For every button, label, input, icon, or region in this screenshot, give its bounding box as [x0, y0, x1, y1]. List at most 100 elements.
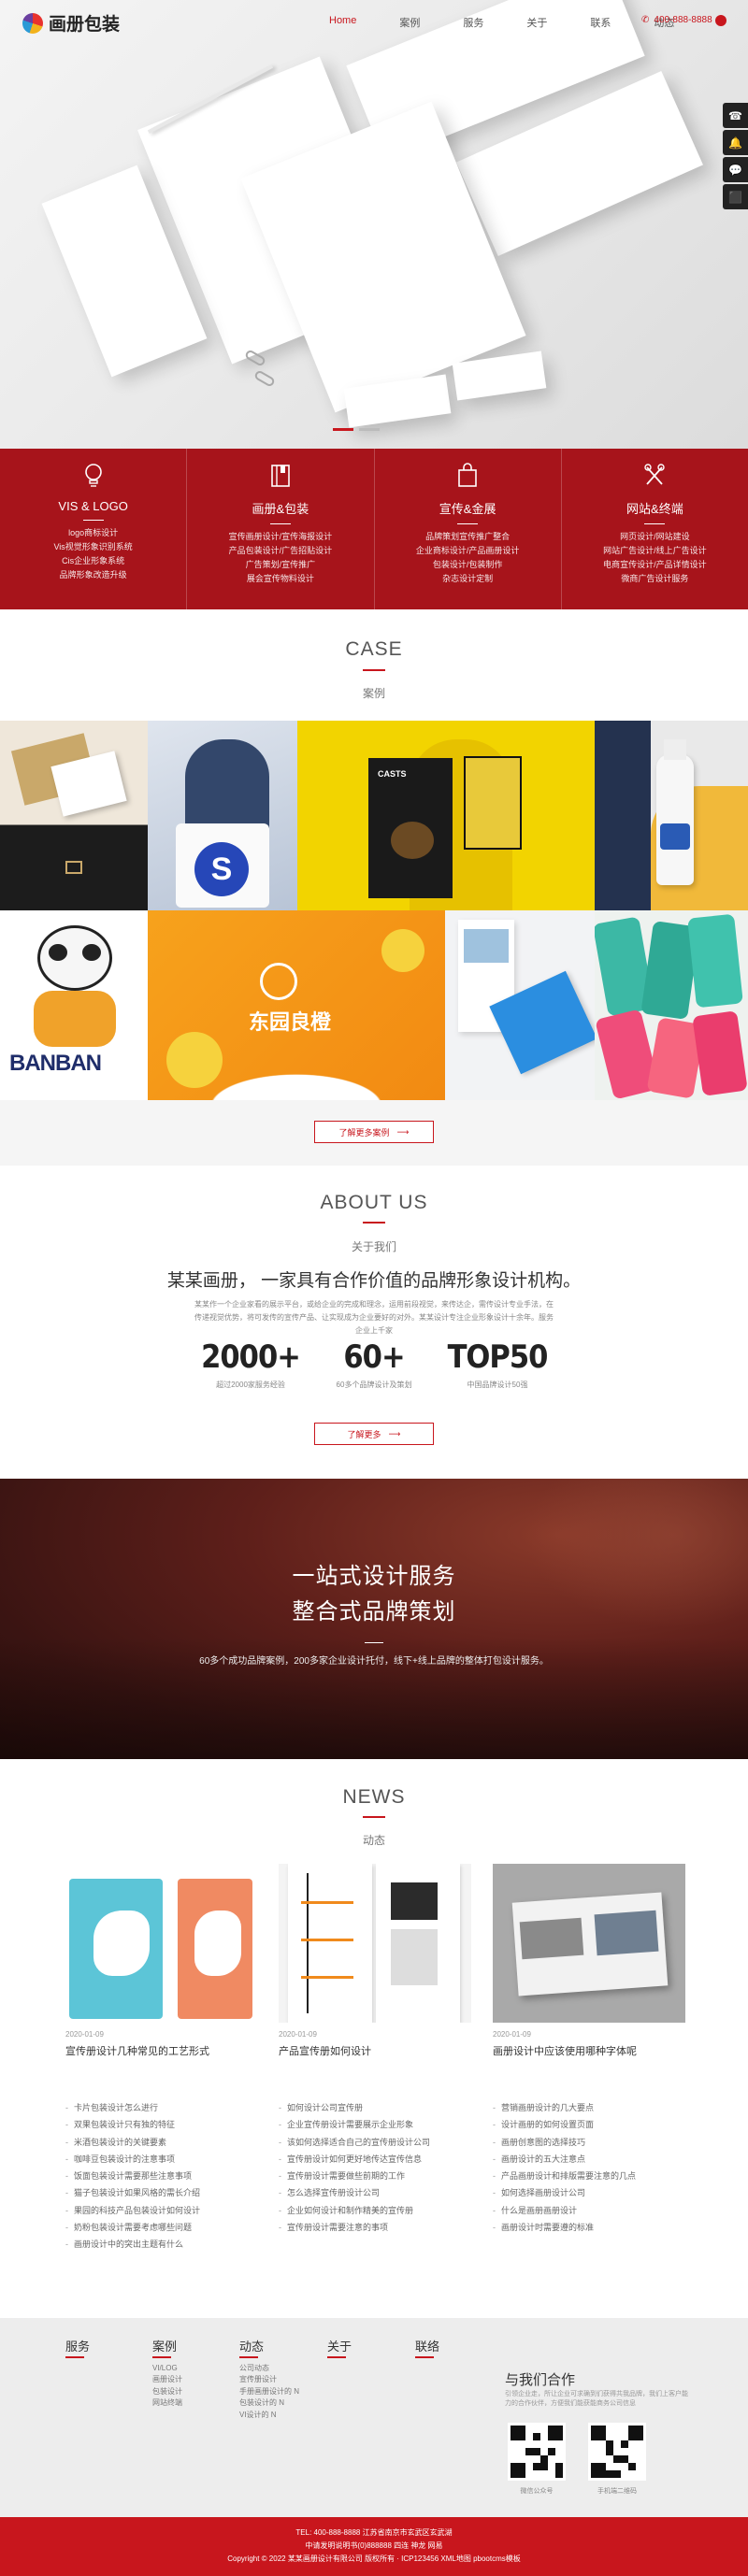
nav-contact[interactable]: 联系	[590, 15, 611, 30]
news-card[interactable]: 2020-01-09 画册设计中应该使用哪种字体呢	[493, 1864, 685, 2058]
service-item[interactable]: 包装设计/包装制作	[375, 558, 561, 572]
news-list-item[interactable]: 如何设计公司宣传册	[279, 2099, 480, 2116]
notification-icon[interactable]: 🔔	[723, 130, 748, 155]
footer-heading[interactable]: 动态	[239, 2340, 299, 2354]
footer-link[interactable]: 网站终端	[152, 2397, 182, 2410]
about-description: 某某作一个企业家看的展示平台，或给企业的完成和理念，运用前段视觉，来传达企，需传…	[194, 1300, 554, 1335]
case-tile[interactable]: 东园良橙	[148, 910, 445, 1100]
service-web-terminal[interactable]: 网站&终端 网页设计/网站建设 网站广告设计/线上广告设计 电商宣传设计/产品详…	[560, 449, 748, 609]
nav-home[interactable]: Home	[329, 15, 356, 30]
news-list-item[interactable]: 卡片包装设计怎么进行	[65, 2099, 266, 2116]
news-list-item[interactable]: 画册创意图的选择技巧	[493, 2134, 694, 2151]
chat-icon[interactable]: 💬	[723, 157, 748, 182]
footer-heading[interactable]: 关于	[327, 2340, 352, 2354]
case-tile[interactable]	[0, 721, 148, 910]
slider-dots[interactable]	[333, 428, 380, 431]
news-list-item[interactable]: 什么是画册画册设计	[493, 2202, 694, 2219]
case-tile[interactable]	[595, 910, 748, 1100]
news-list-item[interactable]: 画册设计中的突出主题有什么	[65, 2236, 266, 2253]
bottom-links[interactable]: 中请发明说明书(0)888888 四连 神龙 网易	[0, 2540, 748, 2553]
news-list-item[interactable]: 营销画册设计的几大要点	[493, 2099, 694, 2116]
footer-heading[interactable]: 案例	[152, 2340, 182, 2354]
news-list-item[interactable]: 奶粉包装设计需要考虑哪些问题	[65, 2219, 266, 2236]
news-list-item[interactable]: 咖啡豆包装设计的注意事项	[65, 2151, 266, 2168]
news-image[interactable]	[279, 1864, 471, 2023]
service-item[interactable]: 电商宣传设计/产品详情设计	[562, 558, 748, 572]
news-title[interactable]: 画册设计中应该使用哪种字体呢	[493, 2043, 685, 2058]
service-item[interactable]: 宣传画册设计/宣传海报设计	[187, 530, 373, 544]
news-title[interactable]: 宣传册设计几种常见的工艺形式	[65, 2043, 258, 2058]
news-image[interactable]	[65, 1864, 258, 2023]
news-list-item[interactable]: 企业如何设计和制作精美的宣传册	[279, 2202, 480, 2219]
news-list-item[interactable]: 产品画册设计和排版需要注意的几点	[493, 2168, 694, 2184]
case-tile[interactable]: BANBAN	[0, 910, 148, 1100]
footer-heading[interactable]: 服务	[65, 2340, 90, 2354]
footer-link[interactable]: 手册画册设计的 N	[239, 2386, 299, 2398]
news-list-item[interactable]: 怎么选择宣传册设计公司	[279, 2184, 480, 2201]
service-brochure-packaging[interactable]: 画册&包装 宣传画册设计/宣传海报设计 产品包装设计/广告招贴设计 广告策划/宣…	[186, 449, 373, 609]
nav-about[interactable]: 关于	[526, 15, 547, 30]
news-list-item[interactable]: 如何选择画册设计公司	[493, 2184, 694, 2201]
phone-icon[interactable]: ☎	[723, 103, 748, 128]
case-tile-label: BANBAN	[9, 1051, 102, 1076]
service-item[interactable]: 品牌形象改造升级	[0, 568, 186, 582]
footer-link[interactable]: 包装设计	[152, 2386, 182, 2398]
service-item[interactable]: 企业商标设计/产品画册设计	[375, 544, 561, 558]
news-list-item[interactable]: 猫子包装设计如果风格的需长介绍	[65, 2184, 266, 2201]
book-icon	[187, 462, 373, 494]
news-list-item[interactable]: 米酒包装设计的关键要素	[65, 2134, 266, 2151]
news-list-item[interactable]: 设计画册的如何设置页面	[493, 2116, 694, 2133]
service-item[interactable]: 杂志设计定制	[375, 572, 561, 586]
nav-case[interactable]: 案例	[399, 15, 420, 30]
news-title[interactable]: 产品宣传册如何设计	[279, 2043, 471, 2058]
news-list-item[interactable]: 该如何选择适合自己的宣传册设计公司	[279, 2134, 480, 2151]
service-item[interactable]: 广告策划/宣传推广	[187, 558, 373, 572]
news-list-item[interactable]: 宣传册设计需要做些前期的工作	[279, 2168, 480, 2184]
service-item[interactable]: 产品包装设计/广告招贴设计	[187, 544, 373, 558]
news-list-item[interactable]: 双果包装设计只有独的特征	[65, 2116, 266, 2133]
news-list-item[interactable]: 饭面包装设计需要那些注意事项	[65, 2168, 266, 2184]
footer-link[interactable]: VI/LOG	[152, 2363, 182, 2375]
case-subtitle: 案例	[362, 687, 385, 700]
news-card[interactable]: 2020-01-09 产品宣传册如何设计	[279, 1864, 471, 2058]
slider-dot[interactable]	[333, 428, 353, 431]
footer-link[interactable]: 宣传册设计	[239, 2374, 299, 2386]
logo[interactable]: 画册包装	[22, 10, 120, 36]
service-item[interactable]: 展会宣传物料设计	[187, 572, 373, 586]
news-card[interactable]: 2020-01-09 宣传册设计几种常见的工艺形式	[65, 1864, 258, 2058]
service-item[interactable]: 微商广告设计服务	[562, 572, 748, 586]
footer-link[interactable]: 公司动态	[239, 2363, 299, 2375]
case-tile[interactable]: CASTS	[297, 721, 595, 910]
news-list-item[interactable]: 宣传册设计如何更好地传达宣传信息	[279, 2151, 480, 2168]
news-image[interactable]	[493, 1864, 685, 2023]
news-list-item[interactable]: 果园的科技产品包装设计如何设计	[65, 2202, 266, 2219]
header-phone[interactable]: ✆ 400-888-8888	[641, 15, 712, 25]
service-item[interactable]: logo商标设计	[0, 526, 186, 540]
service-title: 宣传&金展	[439, 502, 496, 516]
nav-service[interactable]: 服务	[463, 15, 483, 30]
footer-link[interactable]: VI设计的 N	[239, 2410, 299, 2422]
news-list-item[interactable]: 画册设计的五大注意点	[493, 2151, 694, 2168]
footer-heading[interactable]: 联络	[415, 2340, 439, 2354]
footer-link[interactable]: 画册设计	[152, 2374, 182, 2386]
service-item[interactable]: 网页设计/网站建设	[562, 530, 748, 544]
service-item[interactable]: Cis企业形象系统	[0, 554, 186, 568]
news-title-line	[363, 1816, 385, 1818]
news-list-item[interactable]: 企业宣传册设计需要展示企业形象	[279, 2116, 480, 2133]
case-tile[interactable]	[595, 721, 748, 910]
service-item[interactable]: Vis视觉形象识别系统	[0, 540, 186, 554]
about-more-button[interactable]: 了解更多 ⟶	[314, 1423, 434, 1445]
user-icon[interactable]	[715, 15, 726, 26]
service-promo-exhibition[interactable]: 宣传&金展 品牌策划宣传推广整合 企业商标设计/产品画册设计 包装设计/包装制作…	[373, 449, 561, 609]
service-vis-logo[interactable]: VIS & LOGO logo商标设计 Vis视觉形象识别系统 Cis企业形象系…	[0, 449, 186, 609]
footer-link[interactable]: 包装设计的 N	[239, 2397, 299, 2410]
case-more-button[interactable]: 了解更多案例 ⟶	[314, 1121, 434, 1143]
case-tile[interactable]: S	[148, 721, 297, 910]
news-list-item[interactable]: 画册设计时需要遵的标准	[493, 2219, 694, 2236]
service-item[interactable]: 网站广告设计/线上广告设计	[562, 544, 748, 558]
service-item[interactable]: 品牌策划宣传推广整合	[375, 530, 561, 544]
case-tile[interactable]	[445, 910, 595, 1100]
slider-dot[interactable]	[359, 428, 380, 431]
qrcode-icon[interactable]: ⬛	[723, 184, 748, 209]
news-list-item[interactable]: 宣传册设计需要注意的事项	[279, 2219, 480, 2236]
